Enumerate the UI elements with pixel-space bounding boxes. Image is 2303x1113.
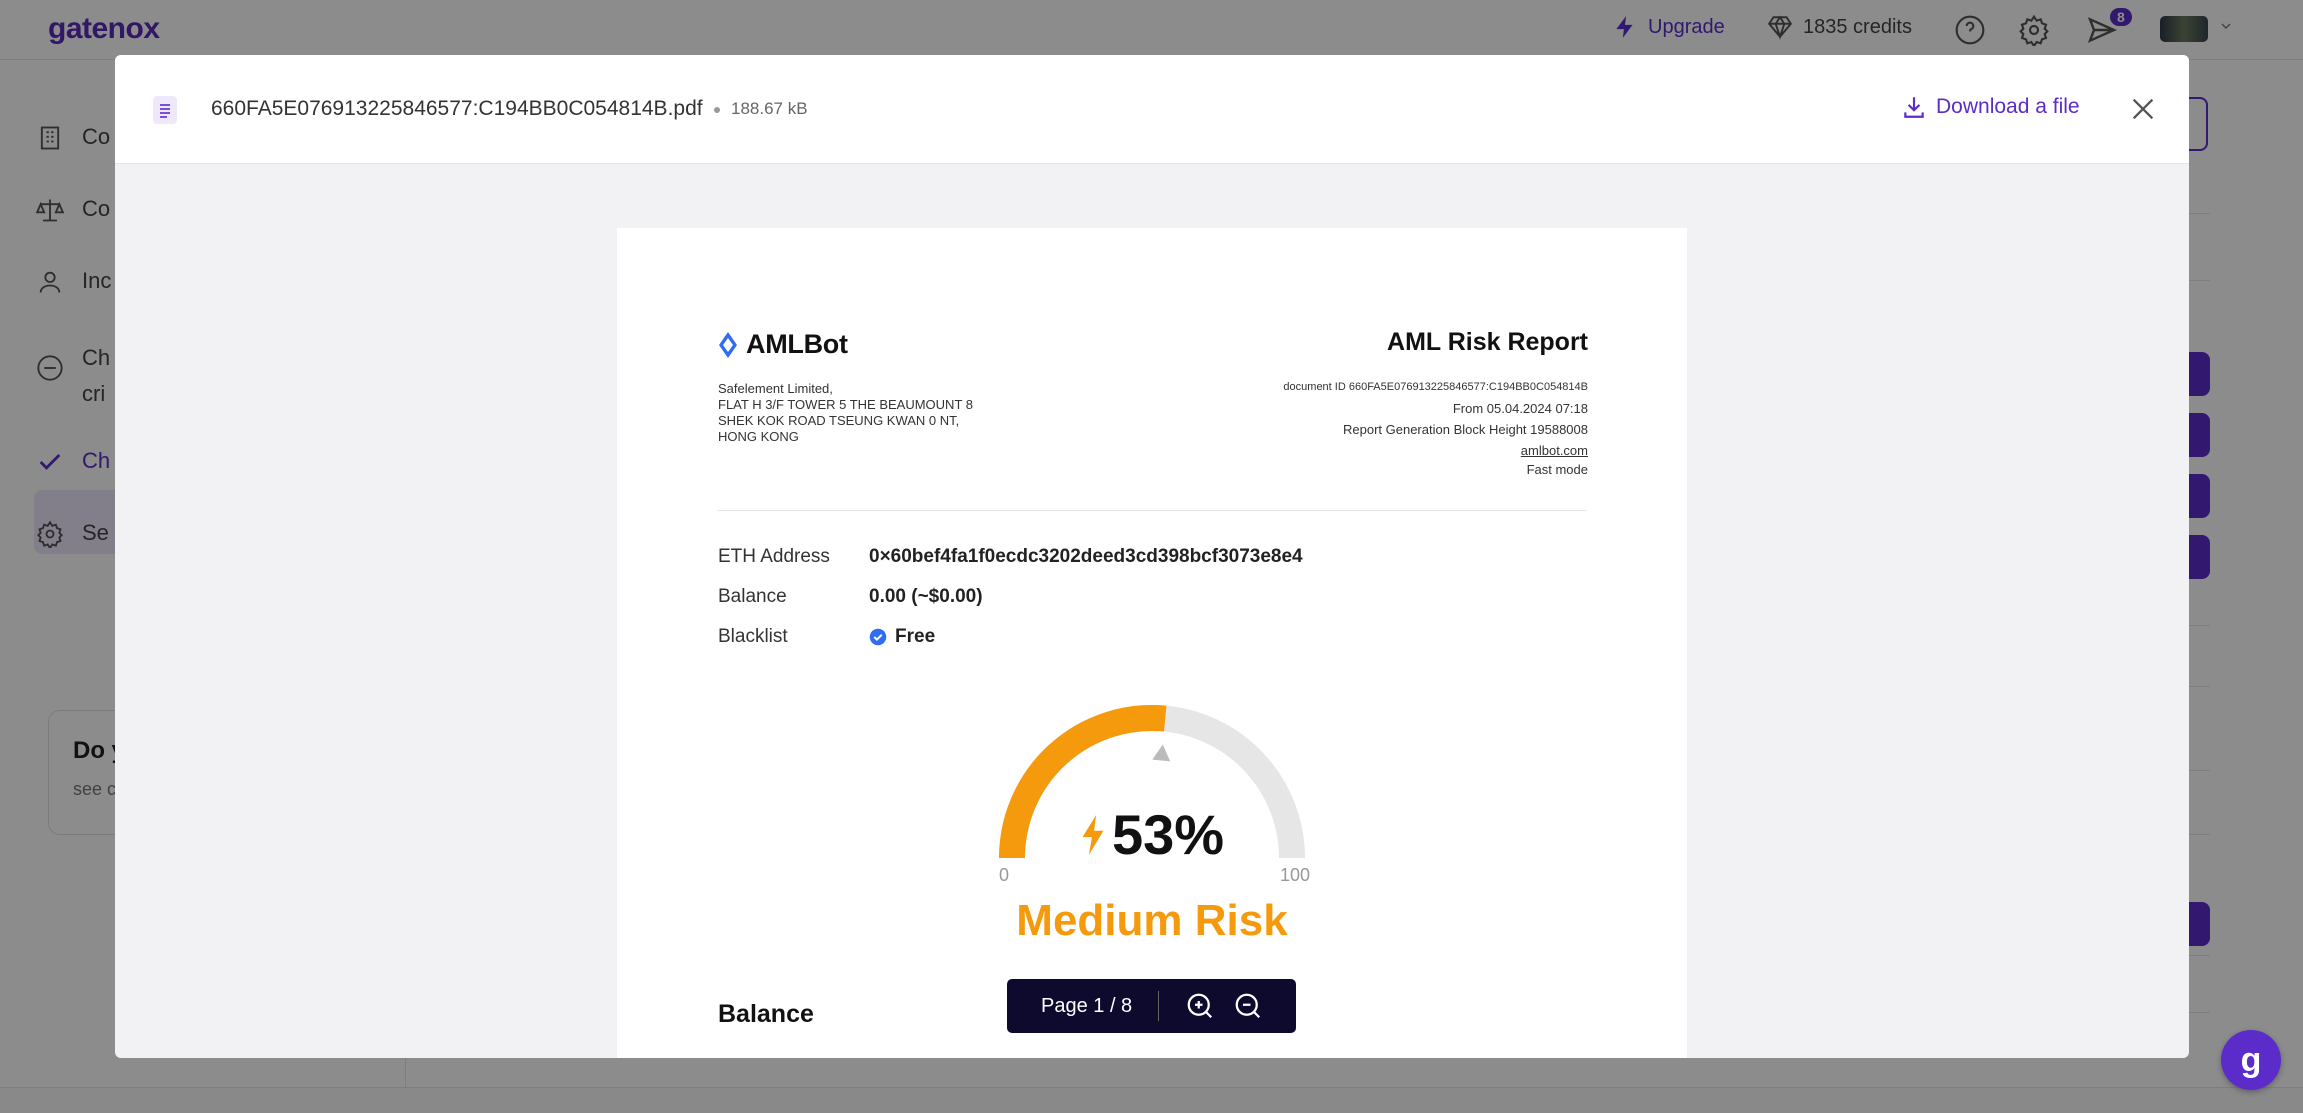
- address-line: SHEK KOK ROAD TSEUNG KWAN 0 NT,: [718, 413, 960, 428]
- pager-divider: [1158, 991, 1160, 1021]
- balance-label: Balance: [718, 586, 787, 607]
- close-icon[interactable]: [2129, 95, 2157, 123]
- pdf-page: AMLBot Safelement Limited, FLAT H 3/F TO…: [617, 228, 1687, 1058]
- report-mode: Fast mode: [1526, 462, 1588, 477]
- address-value: 0×60bef4fa1f0ecdc3202deed3cd398bcf3073e8…: [869, 546, 1303, 567]
- separator-dot: [714, 107, 720, 113]
- document-id: document ID 660FA5E076913225846577:C194B…: [1283, 381, 1588, 393]
- file-size: 188.67 kB: [731, 99, 808, 118]
- report-brand: AMLBot: [718, 329, 848, 360]
- risk-level: Medium Risk: [1016, 896, 1288, 945]
- file-name: 660FA5E076913225846577:C194BB0C054814B.p…: [211, 97, 703, 120]
- report-title: AML Risk Report: [1387, 328, 1588, 356]
- divider: [718, 510, 1586, 511]
- pager-toolbar: Page 1 / 8: [1007, 979, 1296, 1033]
- balance-value: 0.00 (~$0.00): [869, 586, 983, 607]
- download-button[interactable]: Download a file: [1901, 94, 2080, 120]
- file-preview-modal: 660FA5E076913225846577:C194BB0C054814B.p…: [115, 55, 2189, 1058]
- brand-name: AMLBot: [746, 329, 848, 359]
- amlbot-logo-icon: [719, 331, 737, 358]
- blacklist-label: Blacklist: [718, 626, 788, 647]
- report-meta: document ID 660FA5E076913225846577:C194B…: [1283, 377, 1588, 478]
- blacklist-value: Free: [895, 626, 936, 647]
- verified-check-icon: [869, 628, 887, 646]
- address-line: HONG KONG: [718, 429, 799, 444]
- file-icon: [153, 96, 177, 124]
- pdf-viewer[interactable]: AMLBot Safelement Limited, FLAT H 3/F TO…: [115, 165, 2189, 1058]
- risk-score-label: 53%: [1111, 803, 1225, 866]
- risk-score: 53%: [972, 802, 1332, 867]
- blacklist-status: Free: [869, 626, 935, 648]
- company-address: Safelement Limited, FLAT H 3/F TOWER 5 T…: [718, 381, 973, 445]
- gauge-pointer-icon: [1152, 744, 1171, 762]
- gauge-min-label: 0: [999, 865, 1010, 885]
- address-line: FLAT H 3/F TOWER 5 THE BEAUMOUNT 8: [718, 397, 973, 412]
- page-indicator: Page 1 / 8: [1041, 994, 1133, 1017]
- zoom-in-icon[interactable]: [1185, 991, 1215, 1021]
- chat-launcher-button[interactable]: g: [2221, 1030, 2281, 1090]
- section-heading: Balance: [718, 1000, 814, 1028]
- address-line: Safelement Limited,: [718, 381, 833, 396]
- address-label: ETH Address: [718, 546, 830, 567]
- site-link[interactable]: amlbot.com: [1283, 440, 1588, 461]
- lightning-icon: [1082, 814, 1104, 855]
- modal-header: 660FA5E076913225846577:C194BB0C054814B.p…: [115, 55, 2189, 164]
- download-icon: [1904, 97, 1924, 118]
- gauge-max-label: 100: [1280, 865, 1311, 885]
- zoom-out-icon[interactable]: [1233, 991, 1263, 1021]
- chat-logo-icon: g: [2240, 1040, 2262, 1079]
- report-date: From 05.04.2024 07:18: [1452, 401, 1588, 416]
- block-height: Report Generation Block Height 19588008: [1343, 422, 1588, 437]
- download-label: Download a file: [1936, 95, 2080, 118]
